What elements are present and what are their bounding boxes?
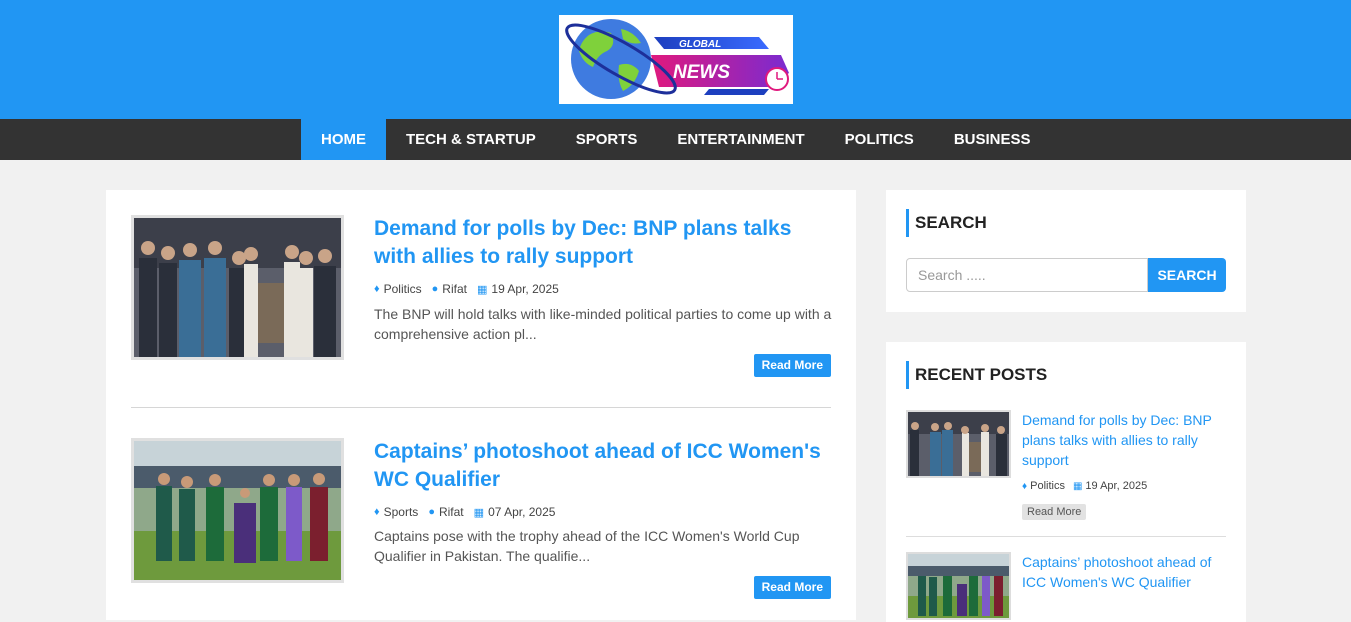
post-date: 07 Apr, 2025 [488, 505, 556, 519]
search-widget-title: SEARCH [906, 209, 987, 237]
recent-post-read-more-button[interactable]: Read More [1022, 504, 1087, 520]
nav-item-entertainment[interactable]: ENTERTAINMENT [657, 119, 824, 160]
post-excerpt: The BNP will hold talks with like-minded… [374, 306, 832, 342]
calendar-icon: ▦ [1072, 480, 1083, 492]
post-item: Captains’ photoshoot ahead of ICC Women'… [131, 438, 831, 618]
recent-post-thumbnail[interactable] [906, 410, 1011, 478]
site-logo[interactable]: GLOBAL NEWS [559, 15, 793, 104]
post-title[interactable]: Captains’ photoshoot ahead of ICC Women'… [374, 438, 834, 494]
user-icon: ● [428, 506, 435, 518]
post-divider [131, 407, 831, 408]
post-meta: ♦ Sports ● Rifat ▦ 07 Apr, 2025 [374, 505, 565, 519]
post-date: 19 Apr, 2025 [491, 282, 559, 296]
post-excerpt: Captains pose with the trophy ahead of t… [374, 528, 800, 564]
main-nav: HOME TECH & STARTUP SPORTS ENTERTAINMENT… [0, 119, 1351, 160]
recent-post-item: Demand for polls by Dec: BNP plans talks… [906, 410, 1226, 525]
recent-post-divider [906, 536, 1226, 537]
recent-post-item: Captains’ photoshoot ahead of ICC Women'… [906, 552, 1226, 622]
nav-item-home[interactable]: HOME [301, 119, 386, 160]
search-input[interactable] [906, 258, 1148, 292]
site-header: GLOBAL NEWS [0, 0, 1351, 119]
search-button[interactable]: SEARCH [1148, 258, 1226, 292]
recent-post-meta: ♦ Politics ▦ 19 Apr, 2025 [1022, 480, 1155, 492]
calendar-icon: ▦ [476, 283, 488, 296]
read-more-button[interactable]: Read More [753, 576, 831, 599]
post-thumbnail[interactable] [131, 438, 344, 583]
nav-item-tech-startup[interactable]: TECH & STARTUP [386, 119, 556, 160]
calendar-icon: ▦ [473, 506, 485, 519]
user-icon: ● [431, 283, 439, 295]
recent-post-title[interactable]: Demand for polls by Dec: BNP plans talks… [1022, 410, 1226, 470]
post-title[interactable]: Demand for polls by Dec: BNP plans talks… [374, 215, 834, 271]
post-author[interactable]: Rifat [442, 282, 467, 296]
read-more-button[interactable]: Read More [753, 354, 831, 377]
nav-item-sports[interactable]: SPORTS [556, 119, 658, 160]
tag-icon: ♦ [374, 506, 380, 518]
recent-posts-title: RECENT POSTS [906, 361, 1047, 389]
post-list: Demand for polls by Dec: BNP plans talks… [106, 190, 856, 620]
recent-post-category[interactable]: Politics [1030, 480, 1065, 492]
recent-posts-widget: RECENT POSTS Demand for polls by Dec: BN… [886, 342, 1246, 622]
post-thumbnail[interactable] [131, 215, 344, 360]
tag-icon: ♦ [374, 283, 380, 295]
post-item: Demand for polls by Dec: BNP plans talks… [131, 215, 831, 395]
logo-text-news: NEWS [673, 62, 730, 83]
post-category[interactable]: Politics [384, 282, 422, 296]
post-meta: ♦ Politics ● Rifat ▦ 19 Apr, 2025 [374, 282, 569, 296]
nav-item-politics[interactable]: POLITICS [825, 119, 934, 160]
recent-post-date: 19 Apr, 2025 [1085, 480, 1148, 492]
post-author[interactable]: Rifat [439, 505, 464, 519]
post-category[interactable]: Sports [384, 505, 419, 519]
nav-item-business[interactable]: BUSINESS [934, 119, 1051, 160]
recent-post-title[interactable]: Captains’ photoshoot ahead of ICC Women'… [1022, 552, 1226, 592]
logo-text-global: GLOBAL [679, 39, 721, 50]
search-widget: SEARCH SEARCH [886, 190, 1246, 312]
tag-icon: ♦ [1022, 480, 1028, 492]
recent-post-thumbnail[interactable] [906, 552, 1011, 620]
